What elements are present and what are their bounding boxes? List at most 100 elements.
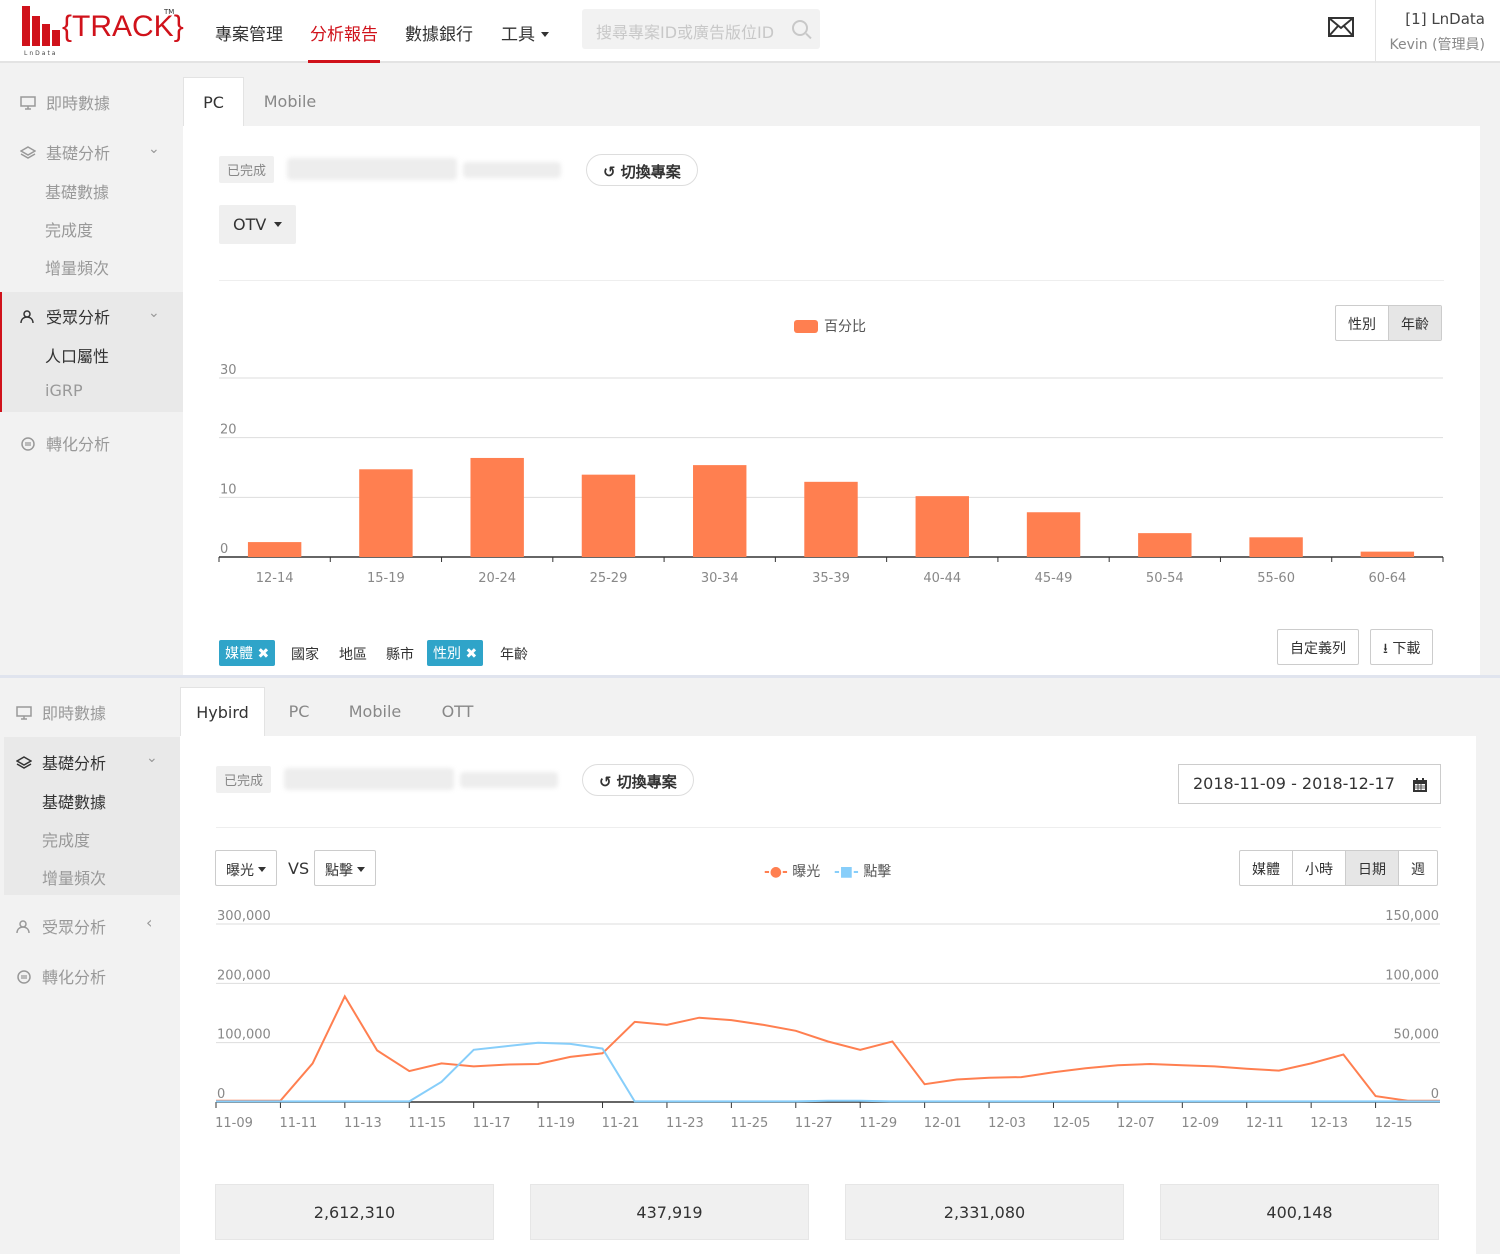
sidebar-bottom: 即時數據 基礎分析 ⌄ 基礎數據 完成度 增量頻次 受眾分析 ‹ 轉化分析 <box>4 680 180 1254</box>
tab-pc[interactable]: PC <box>275 687 323 737</box>
divider <box>219 280 1444 281</box>
sidebar-label-audience: 受眾分析 <box>46 308 111 327</box>
sidebar-label-audience: 受眾分析 <box>42 918 107 937</box>
filter-age[interactable]: 年齡 <box>500 644 528 664</box>
switch-project-button[interactable]: ↺ 切換專案 <box>582 764 694 796</box>
filter-country[interactable]: 國家 <box>291 644 319 664</box>
search-bar[interactable]: 搜尋專案ID或廣告版位ID <box>582 9 820 49</box>
legend-label: 曝光 <box>792 864 821 880</box>
stat-box-2: 437,919 <box>530 1184 809 1240</box>
chart-legend[interactable]: 百分比 <box>794 316 866 336</box>
date-range-value: 2018-11-09 - 2018-12-17 <box>1193 774 1395 793</box>
sidebar-item-audience[interactable]: 受眾分析 <box>16 914 106 938</box>
download-label: 下載 <box>1392 641 1421 657</box>
sidebar-sub-completion[interactable]: 完成度 <box>45 217 93 241</box>
caret-down-icon <box>258 867 266 872</box>
tab-mobile[interactable]: Mobile <box>250 77 330 127</box>
toggle-hour[interactable]: 小時 <box>1293 851 1346 885</box>
chevron-down-icon[interactable]: ⌄ <box>148 141 160 157</box>
app: {TRACK} TM LnData 專案管理 分析報告 數據銀行 工具 搜尋專案… <box>0 0 1500 1254</box>
metric-select-2[interactable]: 點擊 <box>314 850 376 886</box>
x-tick-label: 35-39 <box>812 571 850 586</box>
search-icon[interactable] <box>792 20 808 36</box>
switch-project-button[interactable]: ↺ 切換專案 <box>586 154 698 186</box>
logo-sub: LnData <box>24 50 58 57</box>
sidebar-sub-igrp[interactable]: iGRP <box>45 381 83 400</box>
nav-tools[interactable]: 工具 <box>501 20 549 63</box>
search-input[interactable]: 搜尋專案ID或廣告版位ID <box>596 19 776 43</box>
filter-county[interactable]: 縣市 <box>386 644 414 664</box>
legend-impressions[interactable]: -●- 曝光 <box>764 861 820 881</box>
tab-hybird[interactable]: Hybird <box>180 687 265 737</box>
chevron-down-icon[interactable]: ⌄ <box>148 305 160 321</box>
y-right-tick-label: 100,000 <box>1385 968 1439 983</box>
toggle-media[interactable]: 媒體 <box>1240 851 1293 885</box>
toggle-gender[interactable]: 性別 <box>1336 306 1389 340</box>
chevron-down-icon[interactable]: ⌄ <box>146 750 158 766</box>
logo[interactable]: {TRACK} TM LnData <box>20 4 184 58</box>
bottom-panel: 已完成 ↺ 切換專案 2018-11-09 - 2018-12-17 曝光 VS… <box>180 736 1476 1254</box>
media-type-dropdown[interactable]: OTV <box>219 205 297 244</box>
x-tick-label: 11-15 <box>408 1116 446 1131</box>
x-tick-label: 30-34 <box>701 571 739 586</box>
x-tick-label: 50-54 <box>1146 571 1184 586</box>
custom-columns-button[interactable]: 自定義列 <box>1277 629 1359 665</box>
tab-mobile[interactable]: Mobile <box>340 687 410 737</box>
x-tick-label: 11-13 <box>344 1116 382 1131</box>
x-tick-label: 11-11 <box>280 1116 318 1131</box>
legend-clicks[interactable]: -■- 點擊 <box>834 861 891 881</box>
toggle-age[interactable]: 年齡 <box>1389 306 1441 340</box>
tab-pc[interactable]: PC <box>183 77 244 127</box>
download-button[interactable]: ⭳ 下載 <box>1370 629 1434 665</box>
media-type-value: OTV <box>233 215 267 234</box>
x-tick-label: 12-07 <box>1117 1116 1155 1131</box>
user-account[interactable]: [1] LnData <box>1405 10 1485 28</box>
monitor-icon <box>16 706 32 720</box>
filter-tag-media-label: 媒體 <box>225 646 253 662</box>
x-tick-label: 55-60 <box>1257 571 1295 586</box>
metric-select-1[interactable]: 曝光 <box>215 850 277 886</box>
date-range-picker[interactable]: 2018-11-09 - 2018-12-17 <box>1178 764 1441 804</box>
bar-20-24 <box>470 457 524 557</box>
legend-label: 百分比 <box>824 319 866 335</box>
toggle-date[interactable]: 日期 <box>1346 851 1399 885</box>
remove-icon[interactable]: ✖ <box>465 646 477 662</box>
calendar-icon[interactable] <box>1412 777 1428 793</box>
sidebar-item-conversion[interactable]: 轉化分析 <box>16 964 106 988</box>
y-right-tick-label: 50,000 <box>1394 1028 1440 1043</box>
nav-data-bank[interactable]: 數據銀行 <box>405 20 473 63</box>
divider <box>216 827 1441 828</box>
filter-region[interactable]: 地區 <box>339 644 367 664</box>
sidebar-item-realtime[interactable]: 即時數據 <box>16 700 106 724</box>
filter-tag-media[interactable]: 媒體 ✖ <box>219 640 276 666</box>
nav-project-management[interactable]: 專案管理 <box>215 20 283 63</box>
logo-tm: TM <box>164 8 175 16</box>
caret-down-icon <box>274 222 283 227</box>
chevron-left-icon[interactable]: ‹ <box>146 913 152 932</box>
y-right-tick-label: 150,000 <box>1385 909 1439 924</box>
sidebar-item-basic[interactable]: 基礎分析 <box>16 750 106 774</box>
dimension-toggle: 性別 年齡 <box>1335 305 1442 341</box>
user-name[interactable]: Kevin (管理員) <box>1389 34 1485 54</box>
remove-icon[interactable]: ✖ <box>257 646 269 662</box>
toggle-week[interactable]: 週 <box>1399 851 1437 885</box>
project-name-blurred <box>287 158 457 180</box>
sidebar-sub-completion[interactable]: 完成度 <box>42 827 90 851</box>
sidebar-item-basic[interactable]: 基礎分析 <box>20 140 110 164</box>
sidebar-sub-demographics[interactable]: 人口屬性 <box>45 343 109 367</box>
tab-ott[interactable]: OTT <box>430 687 485 737</box>
x-tick-label: 25-29 <box>590 571 628 586</box>
sidebar-sub-basic-data[interactable]: 基礎數據 <box>45 179 109 203</box>
sidebar-sub-basic-data[interactable]: 基礎數據 <box>42 789 106 813</box>
sidebar-item-realtime[interactable]: 即時數據 <box>20 90 110 114</box>
sidebar-sub-frequency[interactable]: 增量頻次 <box>42 865 106 889</box>
filter-tag-gender[interactable]: 性別 ✖ <box>427 640 484 666</box>
project-name-blurred <box>284 768 454 790</box>
x-tick-label: 11-25 <box>730 1116 768 1131</box>
nav-analysis-report[interactable]: 分析報告 <box>308 20 380 63</box>
mail-icon[interactable] <box>1328 17 1354 37</box>
sidebar-sub-frequency[interactable]: 增量頻次 <box>45 255 109 279</box>
legend-line-icon: -●- <box>764 864 788 880</box>
sidebar-item-audience[interactable]: 受眾分析 <box>20 304 110 328</box>
sidebar-item-conversion[interactable]: 轉化分析 <box>20 431 110 455</box>
